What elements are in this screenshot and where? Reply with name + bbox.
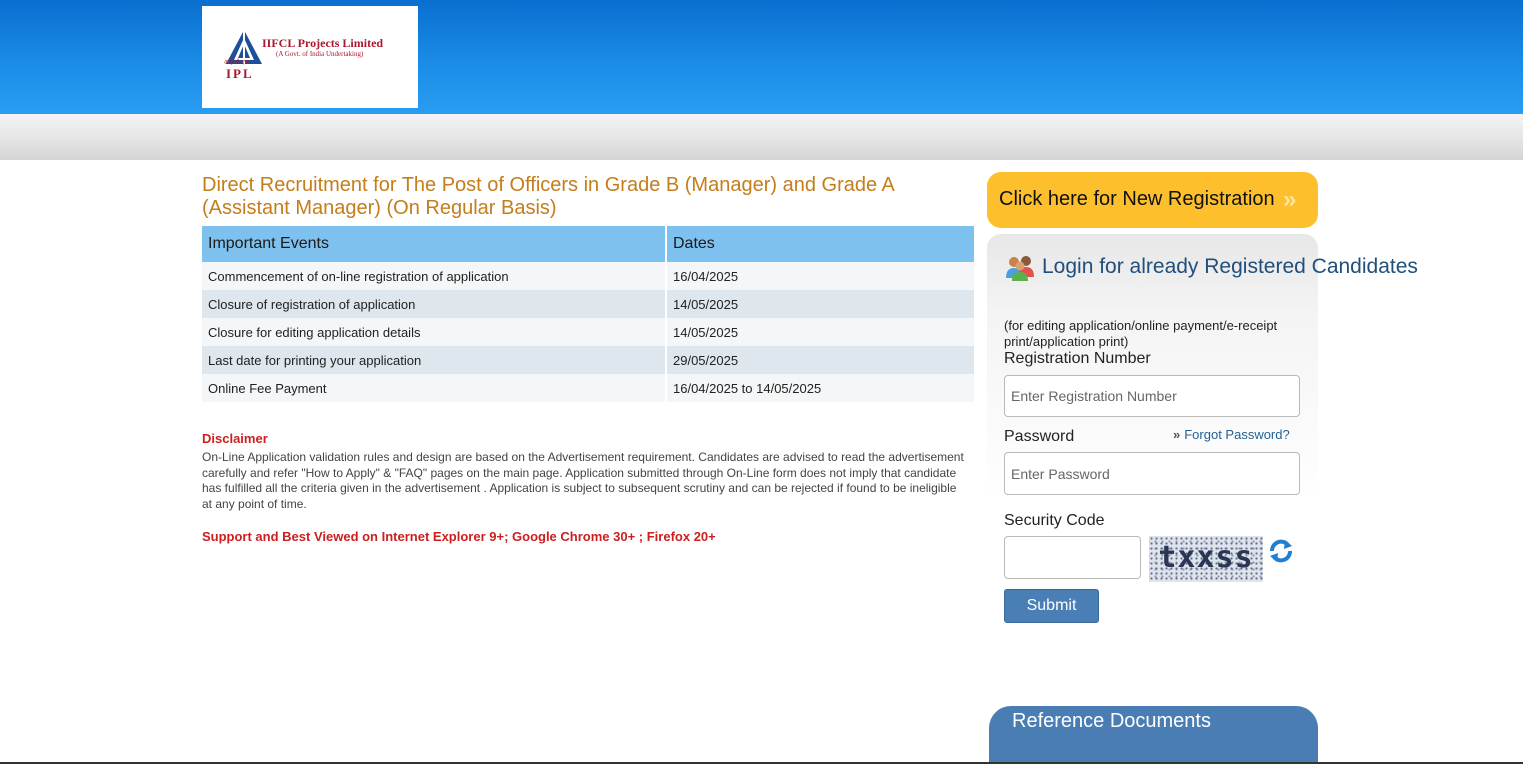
page-title: Direct Recruitment for The Post of Offic… [202,174,894,219]
logo-subtitle: (A Govt. of India Undertaking) [276,50,364,58]
date-cell: 16/04/2025 [666,262,976,290]
logo[interactable]: IIFCL Projects Limited (A Govt. of India… [202,6,418,108]
date-cell: 14/05/2025 [666,290,976,318]
date-cell: 16/04/2025 to 14/05/2025 [666,374,976,402]
event-cell: Closure of registration of application [202,290,667,318]
disclaimer-text: On-Line Application validation rules and… [202,450,964,511]
people-icon [1006,256,1034,281]
table-row: Closure for editing application details … [202,318,976,346]
table-header-events: Important Events [202,226,667,262]
password-label: Password [1004,428,1075,445]
event-cell: Last date for printing your application [202,346,667,374]
double-chevron-icon: » [1173,427,1181,442]
table-row: Commencement of on-line registration of … [202,262,976,290]
table-header-dates: Dates [666,226,976,262]
submit-button[interactable]: Submit [1004,589,1099,623]
date-cell: 14/05/2025 [666,318,976,346]
registration-number-label: Registration Number [1004,350,1151,367]
captcha-image: txxss [1149,536,1263,582]
reference-documents-panel: Reference Documents [989,706,1318,764]
event-cell: Commencement of on-line registration of … [202,262,667,290]
events-table: Important Events Dates Commencement of o… [202,226,976,402]
table-row: Online Fee Payment 16/04/2025 to 14/05/2… [202,374,976,402]
event-cell: Online Fee Payment [202,374,667,402]
registration-number-input[interactable] [1004,375,1300,417]
captcha-text: txxss [1158,540,1254,575]
reference-documents-title: Reference Documents [1012,710,1211,732]
event-cell: Closure for editing application details [202,318,667,346]
table-row: Last date for printing your application … [202,346,976,374]
refresh-icon[interactable] [1268,538,1294,564]
security-code-label: Security Code [1004,512,1105,529]
forgot-password-label: Forgot Password? [1184,427,1290,442]
forgot-password-link[interactable]: » Forgot Password? [1173,427,1290,442]
table-header-row: Important Events Dates [202,226,976,262]
security-code-input[interactable] [1004,536,1141,579]
nav-bar [0,114,1523,160]
table-row: Closure of registration of application 1… [202,290,976,318]
logo-abbr: IPL [226,66,254,81]
password-input[interactable] [1004,452,1300,495]
disclaimer-heading: Disclaimer [202,431,268,446]
browser-support-note: Support and Best Viewed on Internet Expl… [202,529,716,544]
new-registration-label: Click here for New Registration [999,188,1275,210]
login-title: Login for already Registered Candidates [1042,255,1418,278]
login-note: (for editing application/online payment/… [1004,318,1278,349]
double-chevron-icon: » [1283,186,1297,213]
logo-hindi: आई पी एल [224,60,249,66]
new-registration-button[interactable]: Click here for New Registration » [987,172,1318,228]
date-cell: 29/05/2025 [666,346,976,374]
logo-name: IIFCL Projects Limited [262,36,384,50]
